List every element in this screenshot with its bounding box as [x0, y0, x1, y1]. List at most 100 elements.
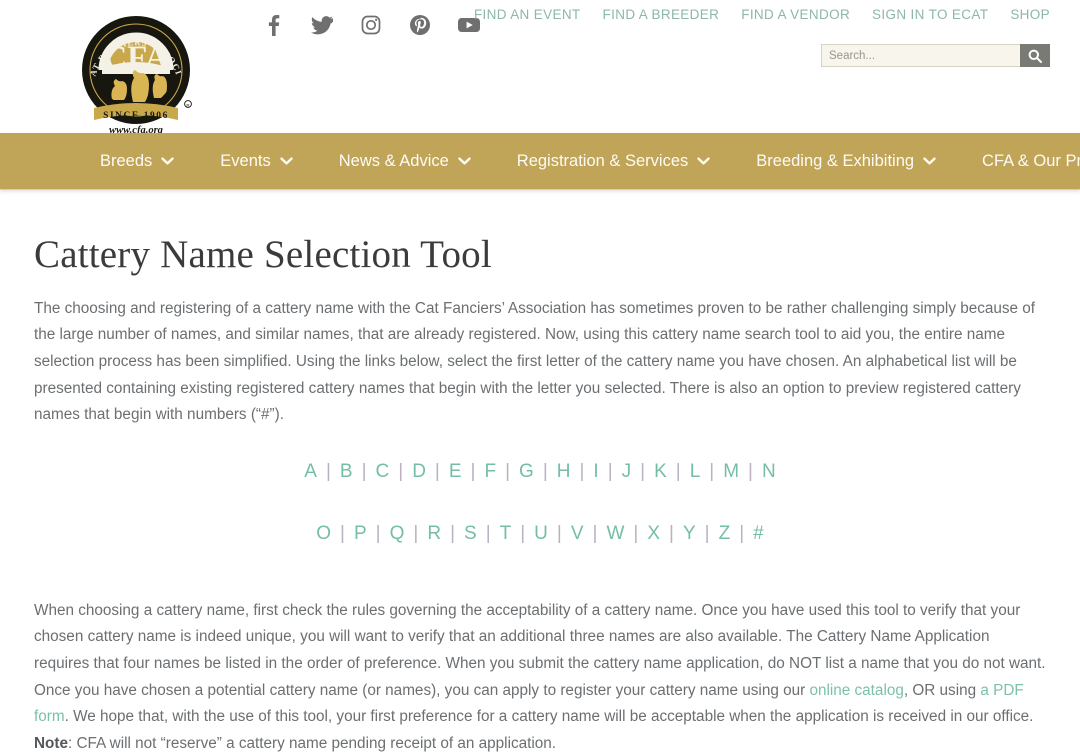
chevron-down-icon — [161, 157, 174, 165]
util-link-find-a-breeder[interactable]: FIND A BREEDER — [603, 7, 720, 22]
alphabet-link-y[interactable]: Y — [681, 523, 698, 544]
nav-item-registration-services[interactable]: Registration & Services — [517, 152, 711, 171]
alphabet-links-row-1: A | B | C | D | E | F | G | H | I | J | K | L | M | N — [34, 429, 1046, 481]
site-search — [821, 44, 1050, 67]
alphabet-link-o[interactable]: O — [314, 523, 333, 544]
search-submit-button[interactable] — [1020, 44, 1050, 67]
nav-item-label: Events — [220, 151, 271, 170]
facebook-icon[interactable] — [262, 14, 284, 36]
alphabet-link-u[interactable]: U — [532, 523, 550, 544]
alphabet-link-d[interactable]: D — [410, 461, 428, 482]
nav-item-breeding-exhibiting[interactable]: Breeding & Exhibiting — [756, 152, 936, 171]
alphabet-link-c[interactable]: C — [374, 461, 392, 482]
social-links — [262, 10, 480, 40]
closing-text-part-2: , OR using — [903, 681, 981, 699]
instagram-icon[interactable] — [360, 14, 382, 36]
nav-item-events[interactable]: Events — [220, 151, 293, 171]
alphabet-separator: | — [450, 522, 455, 544]
alphabet-link-k[interactable]: K — [652, 461, 669, 482]
alphabet-separator: | — [325, 460, 331, 482]
twitter-icon[interactable] — [311, 14, 333, 36]
closing-text-part-4: : CFA will not “reserve” a cattery name … — [68, 734, 557, 752]
search-icon — [1028, 49, 1042, 63]
cfa-logo-icon: CFA THE CAT FANCIERS' ASSOCIATION SINCE … — [72, 8, 192, 136]
pinterest-icon[interactable] — [409, 14, 431, 36]
intro-paragraph: The choosing and registering of a catter… — [34, 299, 1036, 424]
alphabet-link-a[interactable]: A — [302, 461, 319, 482]
util-link-shop[interactable]: SHOP — [1010, 7, 1050, 22]
page-content: Cattery Name Selection Tool The choosing… — [0, 190, 1080, 753]
chevron-down-icon — [923, 157, 936, 165]
alphabet-link-e[interactable]: E — [447, 461, 464, 482]
alphabet-link-r[interactable]: R — [425, 523, 443, 544]
alphabet-separator: | — [361, 460, 367, 482]
page-title: Cattery Name Selection Tool — [34, 233, 492, 276]
alphabet-link-s[interactable]: S — [462, 523, 479, 544]
svg-text:R: R — [186, 103, 189, 108]
alphabet-separator: | — [669, 522, 674, 544]
search-input[interactable] — [821, 44, 1020, 67]
alphabet-separator: | — [556, 522, 562, 544]
svg-text:SINCE 1906: SINCE 1906 — [103, 111, 169, 121]
util-link-sign-in-to-ecat[interactable]: SIGN IN TO ECAT — [872, 7, 988, 22]
alphabet-separator: | — [375, 522, 381, 544]
alphabet-link-q[interactable]: Q — [388, 523, 407, 544]
main-navigation: Breeds Events News & Advice Registration… — [0, 133, 1080, 190]
alphabet-separator: | — [640, 460, 646, 482]
note-label: Note — [34, 734, 68, 752]
nav-item-label: News & Advice — [338, 151, 449, 170]
alphabet-link-w[interactable]: W — [604, 523, 626, 544]
alphabet-separator: | — [340, 522, 345, 544]
utility-nav: FIND AN EVENT FIND A BREEDER FIND A VEND… — [474, 7, 1050, 22]
alphabet-link-h[interactable]: H — [555, 461, 573, 482]
alphabet-link-g[interactable]: G — [517, 461, 536, 482]
alphabet-separator: | — [739, 522, 745, 544]
alphabet-link-m[interactable]: M — [721, 461, 741, 482]
alphabet-separator: | — [633, 522, 639, 544]
site-header: CFA THE CAT FANCIERS' ASSOCIATION SINCE … — [0, 0, 1080, 136]
alphabet-separator: | — [579, 460, 585, 482]
alphabet-separator: | — [398, 460, 404, 482]
alphabet-link-f[interactable]: F — [482, 461, 498, 482]
alphabet-separator: | — [704, 522, 710, 544]
alphabet-separator: | — [434, 460, 440, 482]
nav-item-breeds[interactable]: Breeds — [100, 152, 174, 171]
closing-text-part-3: . We hope that, with the use of this too… — [64, 708, 1034, 726]
alphabet-link-p[interactable]: P — [352, 523, 369, 544]
alphabet-link-x[interactable]: X — [645, 523, 662, 544]
alphabet-link-j[interactable]: J — [620, 461, 634, 482]
alphabet-separator: | — [748, 460, 753, 482]
nav-item-label: CFA & Our Programs — [982, 151, 1080, 170]
alphabet-separator: | — [607, 460, 613, 482]
online-catalog-link[interactable]: online catalog — [809, 682, 903, 699]
nav-item-label: Breeds — [100, 151, 153, 170]
cfa-logo[interactable]: CFA THE CAT FANCIERS' ASSOCIATION SINCE … — [72, 8, 200, 136]
closing-paragraph: When choosing a cattery name, first chec… — [34, 579, 1046, 753]
alphabet-links-row-2: O | P | Q | R | S | T | U | V | W | X | Y | Z | # — [34, 481, 1046, 543]
alphabet-link-v[interactable]: V — [569, 523, 586, 544]
alphabet-separator: | — [675, 460, 681, 482]
alphabet-link-b[interactable]: B — [338, 461, 355, 482]
alphabet-separator: | — [592, 522, 598, 544]
alphabet-separator: | — [520, 522, 526, 544]
nav-item-news-advice[interactable]: News & Advice — [339, 152, 471, 171]
alphabet-link-i[interactable]: I — [591, 461, 600, 482]
alphabet-separator: | — [709, 460, 715, 482]
chevron-down-icon — [280, 157, 293, 165]
util-link-find-a-vendor[interactable]: FIND A VENDOR — [741, 7, 850, 22]
util-link-find-an-event[interactable]: FIND AN EVENT — [474, 7, 581, 22]
alphabet-separator: | — [485, 522, 491, 544]
alphabet-link-t[interactable]: T — [498, 523, 514, 544]
alphabet-separator: | — [542, 460, 548, 482]
alphabet-link-n[interactable]: N — [760, 461, 778, 482]
nav-item-label: Breeding & Exhibiting — [756, 151, 915, 170]
alphabet-link-z[interactable]: Z — [717, 523, 733, 544]
alphabet-link-number[interactable]: # — [751, 523, 766, 544]
chevron-down-icon — [458, 157, 471, 165]
nav-item-label: Registration & Services — [516, 151, 689, 170]
alphabet-link-l[interactable]: L — [688, 461, 703, 482]
chevron-down-icon — [697, 157, 710, 165]
alphabet-separator: | — [505, 460, 511, 482]
alphabet-separator: | — [413, 522, 419, 544]
nav-item-cfa-our-programs[interactable]: CFA & Our Programs — [982, 152, 1080, 171]
